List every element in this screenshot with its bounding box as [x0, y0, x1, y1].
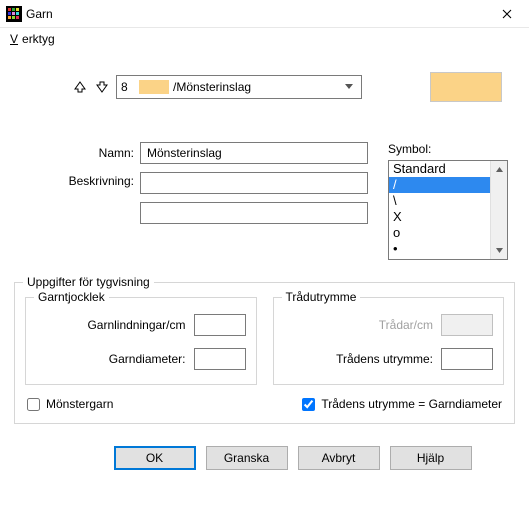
- pattern-yarn-input[interactable]: [27, 398, 40, 411]
- yarn-label: /Mönsterinslag: [173, 80, 341, 94]
- chevron-down-icon: [496, 248, 503, 253]
- symbol-item[interactable]: X: [389, 209, 490, 225]
- prev-yarn-button[interactable]: [72, 79, 88, 95]
- symbol-item[interactable]: \: [389, 193, 490, 209]
- space-legend: Trådutrymme: [282, 290, 361, 304]
- threads-label: Trådar/cm: [379, 318, 433, 332]
- app-icon: [6, 6, 22, 22]
- close-button[interactable]: [487, 2, 527, 26]
- preview-button[interactable]: Granska: [206, 446, 288, 470]
- diameter-label: Garndiameter:: [109, 352, 186, 366]
- yarn-swatch: [139, 80, 169, 94]
- scroll-up-button[interactable]: [491, 161, 508, 178]
- close-icon: [502, 9, 512, 19]
- description-label: Beskrivning:: [69, 174, 134, 188]
- equal-label: Trådens utrymme = Garndiameter: [321, 397, 502, 411]
- symbol-listbox[interactable]: Standard/\Xo•: [388, 160, 508, 260]
- scroll-down-button[interactable]: [491, 242, 508, 259]
- symbol-item[interactable]: o: [389, 225, 490, 241]
- thickness-fieldset: Garntjocklek Garnlindningar/cm Garndiame…: [25, 297, 257, 385]
- color-preview[interactable]: [430, 72, 502, 102]
- arrow-up-icon: [73, 80, 87, 94]
- symbol-label: Symbol:: [388, 142, 515, 156]
- scrollbar[interactable]: [490, 161, 507, 259]
- next-yarn-button[interactable]: [94, 79, 110, 95]
- symbol-item[interactable]: /: [389, 177, 490, 193]
- cancel-button[interactable]: Avbryt: [298, 446, 380, 470]
- wraps-label: Garnlindningar/cm: [87, 318, 185, 332]
- pattern-yarn-checkbox[interactable]: Mönstergarn: [27, 397, 113, 411]
- space-fieldset: Trådutrymme Trådar/cm Trådens utrymme:: [273, 297, 505, 385]
- yarn-dropdown[interactable]: 8 /Mönsterinslag: [116, 75, 362, 99]
- menu-tools[interactable]: Verktyg: [6, 30, 63, 48]
- diameter-field[interactable]: [194, 348, 246, 370]
- thickness-legend: Garntjocklek: [34, 290, 109, 304]
- threadspace-label: Trådens utrymme:: [336, 352, 433, 366]
- symbol-item[interactable]: •: [389, 241, 490, 257]
- chevron-down-icon: [341, 84, 357, 90]
- equal-checkbox[interactable]: Trådens utrymme = Garndiameter: [302, 397, 502, 411]
- menu-tools-rest: erktyg: [18, 30, 59, 48]
- help-button[interactable]: Hjälp: [390, 446, 472, 470]
- threads-field: [441, 314, 493, 336]
- symbol-item[interactable]: Standard: [389, 161, 490, 177]
- description-field-2[interactable]: [140, 202, 368, 224]
- wraps-field[interactable]: [194, 314, 246, 336]
- name-field[interactable]: [140, 142, 368, 164]
- menubar: Verktyg: [0, 28, 529, 50]
- ok-button[interactable]: OK: [114, 446, 196, 470]
- pattern-yarn-label: Mönstergarn: [46, 397, 113, 411]
- description-field-1[interactable]: [140, 172, 368, 194]
- name-label: Namn:: [99, 146, 134, 160]
- yarn-number: 8: [121, 80, 135, 94]
- chevron-up-icon: [496, 167, 503, 172]
- window-title: Garn: [26, 7, 487, 21]
- titlebar: Garn: [0, 0, 529, 28]
- threadspace-field[interactable]: [441, 348, 493, 370]
- display-legend: Uppgifter för tygvisning: [23, 275, 154, 289]
- display-fieldset: Uppgifter för tygvisning Garntjocklek Ga…: [14, 282, 515, 424]
- arrow-down-icon: [95, 80, 109, 94]
- equal-input[interactable]: [302, 398, 315, 411]
